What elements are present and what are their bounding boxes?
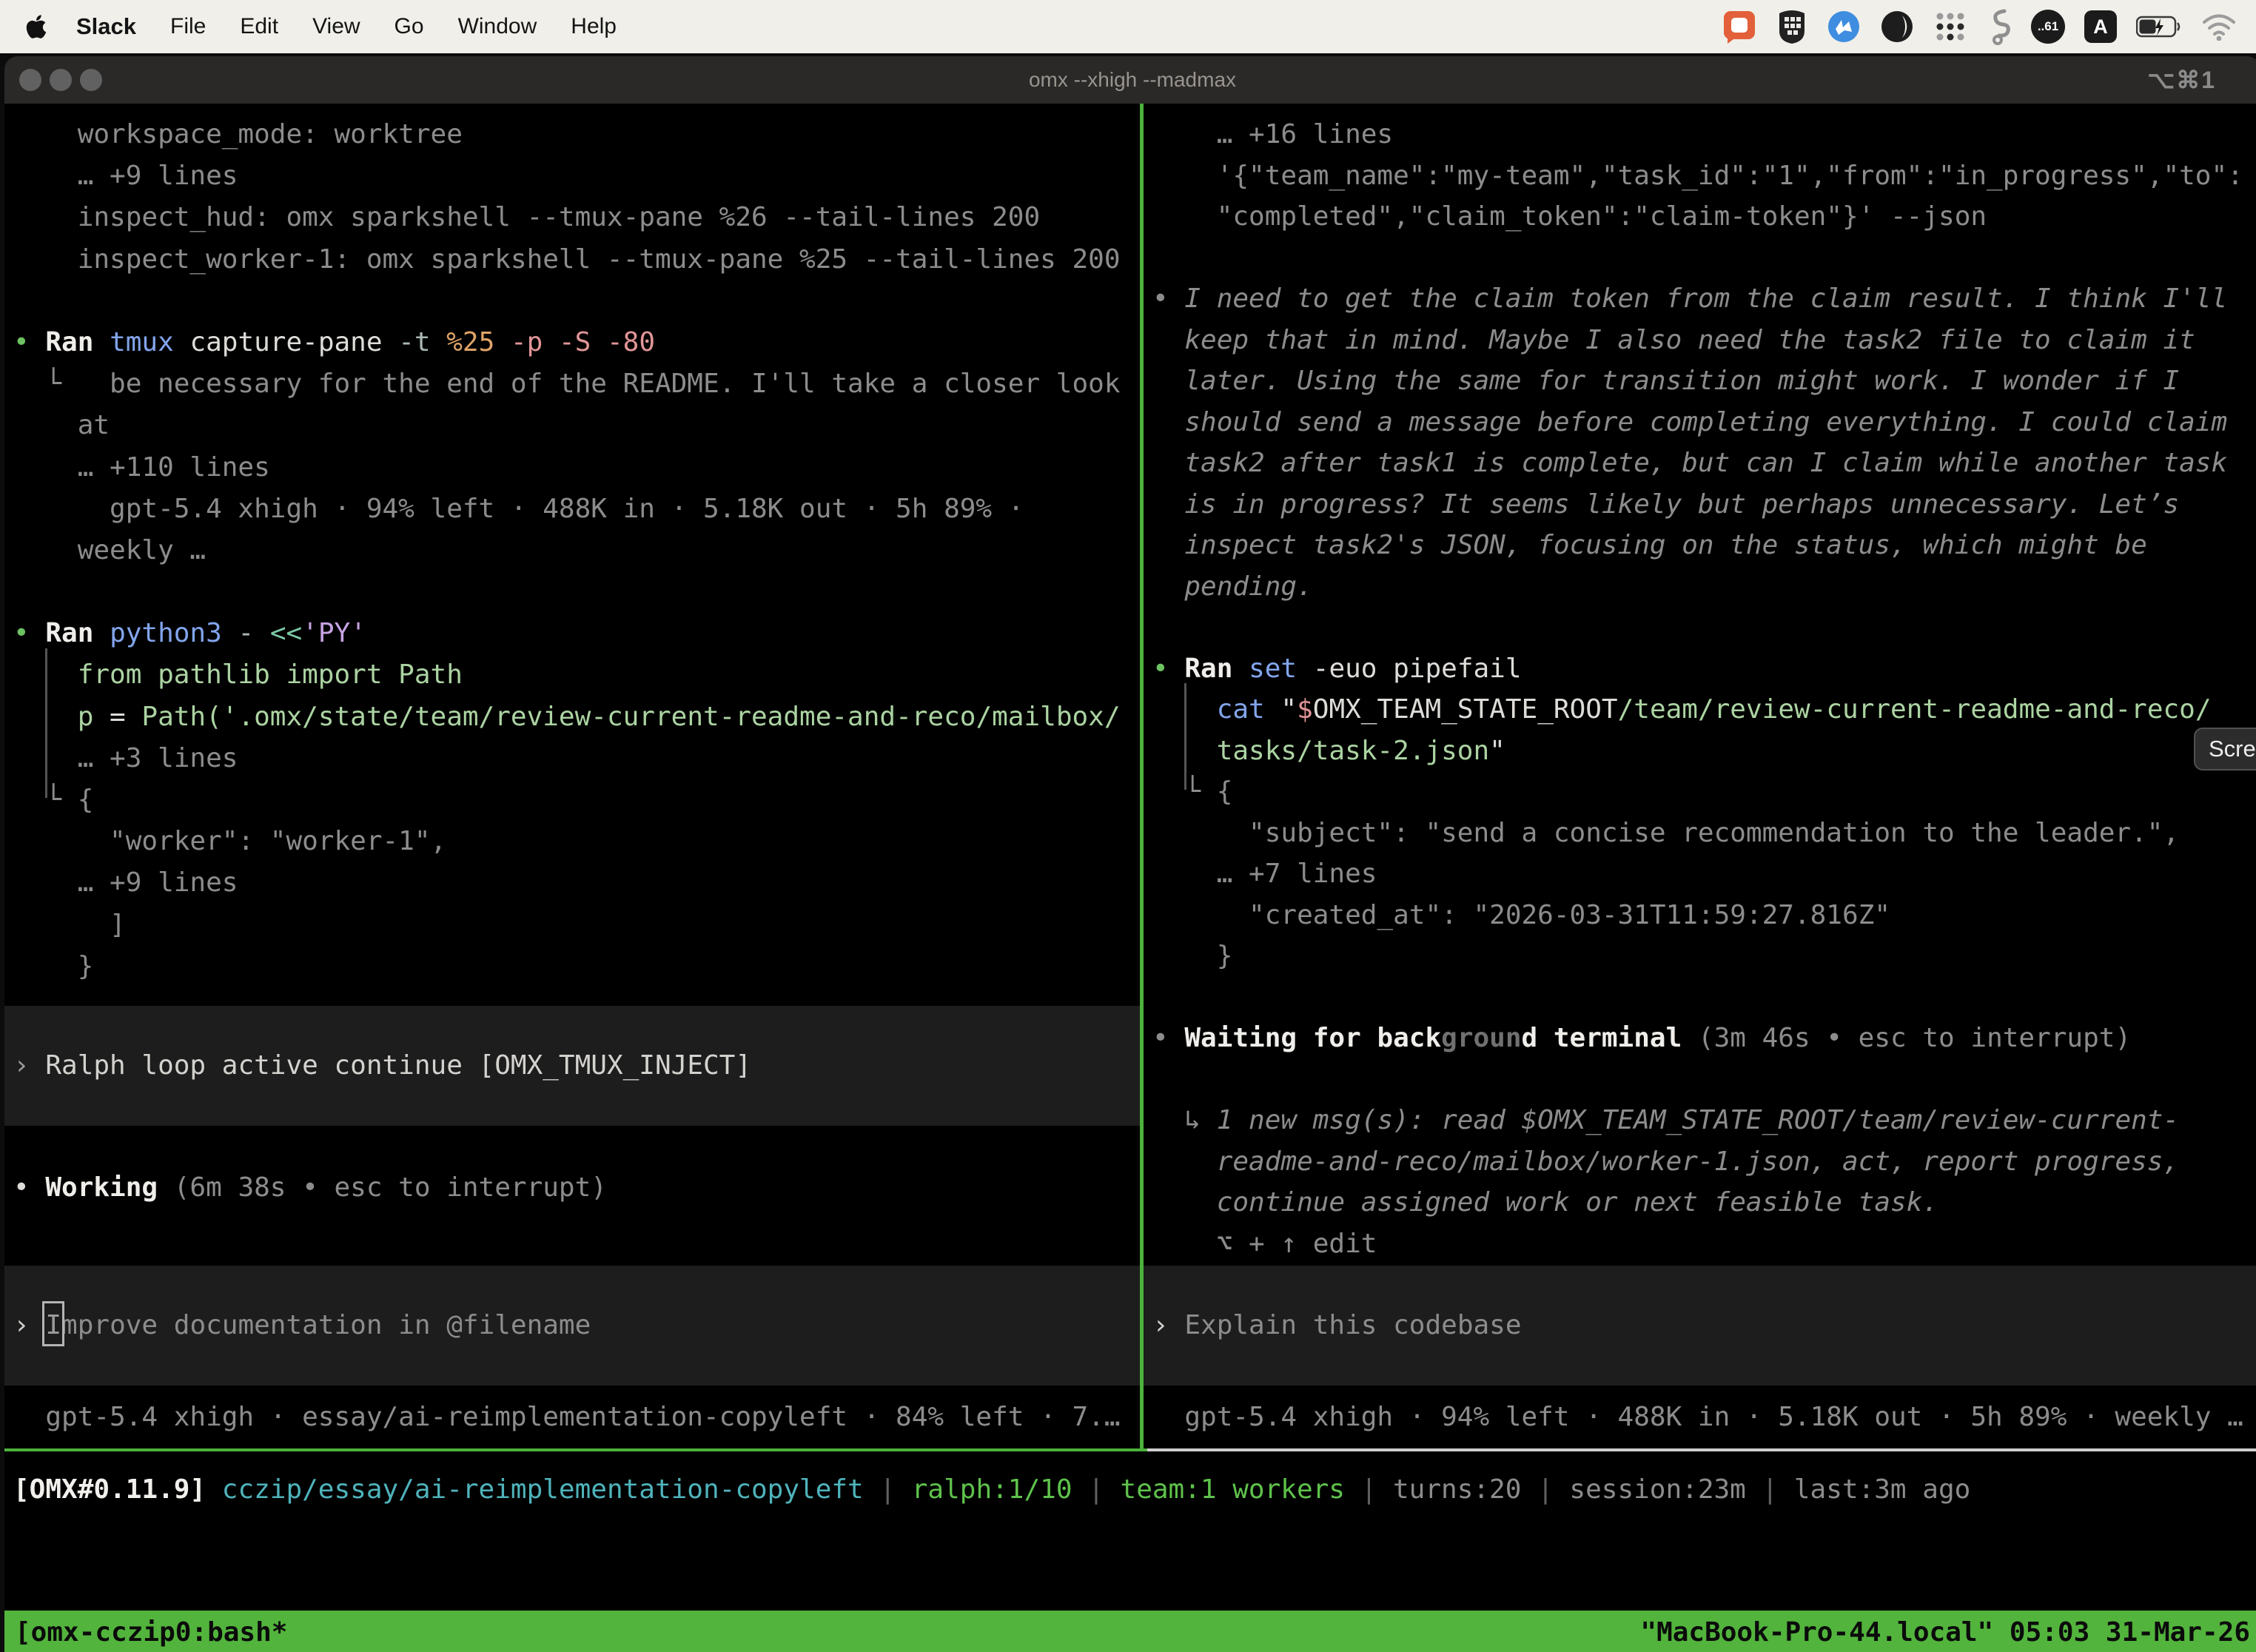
terminal-line: [4, 1126, 1140, 1167]
code-block-rule: [1184, 683, 1186, 790]
terminal-line: • Ran python3 - <<'PY': [4, 613, 1140, 654]
terminal-line: … +7 lines: [1144, 853, 2256, 895]
terminal-line: [4, 1209, 1140, 1250]
terminal-line: └ be necessary for the end of the README…: [4, 363, 1140, 405]
screen-edge-tooltip: Scre: [2194, 728, 2256, 770]
terminal-line: weekly …: [4, 530, 1140, 571]
left-status-line: gpt-5.4 xhigh · essay/ai-reimplementatio…: [4, 1386, 1140, 1448]
terminal-line: • Ran set -euo pipefail: [1144, 648, 2256, 690]
tmux-status-bar: [omx-cczip0:bash* "MacBook-Pro-44.local"…: [4, 1611, 2256, 1652]
dots-grid-icon[interactable]: [1933, 10, 1967, 44]
window-titlebar[interactable]: omx --xhigh --madmax ⌥⌘1: [4, 56, 2256, 104]
terminal-line: "created_at": "2026-03-31T11:59:27.816Z": [1144, 895, 2256, 936]
terminal-line: inspect task2's JSON, focusing on the st…: [1144, 525, 2256, 566]
terminal-line: … +16 lines: [1144, 114, 2256, 155]
terminal-line: continue assigned work or next feasible …: [1144, 1182, 2256, 1223]
terminal-line: task2 after task1 is complete, but can I…: [1144, 443, 2256, 484]
chat-icon[interactable]: [1722, 9, 1757, 44]
tmux-host-clock: "MacBook-Pro-44.local" 05:03 31-Mar-26: [1640, 1617, 2250, 1648]
menu-app-name[interactable]: Slack: [59, 0, 153, 53]
notice-band: › Ralph loop active continue [OMX_TMUX_I…: [4, 1006, 1140, 1126]
count-badge-icon[interactable]: ..61: [2031, 10, 2065, 44]
terminal-line: should send a message before completing …: [1144, 402, 2256, 443]
terminal-line: • Ran tmux capture-pane -t %25 -p -S -80: [4, 322, 1140, 363]
terminal-line: ]: [4, 904, 1140, 946]
code-block-rule: [45, 648, 47, 798]
terminal-line: [4, 281, 1140, 322]
terminal-line: • I need to get the claim token from the…: [1144, 278, 2256, 320]
terminal-line: • Waiting for background terminal (3m 46…: [1144, 1018, 2256, 1059]
pane-border-row: [4, 1448, 2256, 1451]
terminal-line: "completed","claim_token":"claim-token"}…: [1144, 196, 2256, 238]
menu-item-go[interactable]: Go: [377, 14, 441, 38]
terminal-line: gpt-5.4 xhigh · 94% left · 488K in · 5.1…: [4, 488, 1140, 530]
keyboard-input-icon[interactable]: A: [2084, 10, 2117, 43]
terminal-line: … +9 lines: [4, 862, 1140, 904]
terminal-line: }: [1144, 936, 2256, 977]
terminal-line: inspect_hud: omx sparkshell --tmux-pane …: [4, 197, 1140, 238]
terminal-line: "subject": "send a concise recommendatio…: [1144, 813, 2256, 854]
squiggle-icon[interactable]: [1987, 8, 2012, 45]
inactive-pane-border: [1147, 1448, 2256, 1451]
left-input-box[interactable]: › Improve documentation in @filename: [4, 1266, 1140, 1386]
contrast-icon[interactable]: [1880, 10, 1914, 44]
terminal-line: • Working (6m 38s • esc to interrupt): [4, 1167, 1140, 1209]
menu-item-window[interactable]: Window: [441, 14, 554, 38]
terminal-line: [4, 571, 1140, 613]
window-shortcut-hint: ⌥⌘1: [2147, 66, 2216, 94]
right-status-line: gpt-5.4 xhigh · 94% left · 488K in · 5.1…: [1144, 1386, 2256, 1448]
terminal-line: … +9 lines: [4, 155, 1140, 197]
terminal-line: inspect_worker-1: omx sparkshell --tmux-…: [4, 239, 1140, 281]
terminal-window: omx --xhigh --madmax ⌥⌘1 workspace_mode:…: [4, 56, 2256, 1652]
terminal-line: [1144, 607, 2256, 648]
right-input-box[interactable]: › Explain this codebase: [1144, 1266, 2256, 1386]
menu-item-file[interactable]: File: [153, 14, 223, 38]
active-pane-border: [4, 1448, 1147, 1451]
terminal-line: readme-and-reco/mailbox/worker-1.json, a…: [1144, 1141, 2256, 1183]
terminal-line: [1144, 977, 2256, 1018]
terminal-line: }: [4, 946, 1140, 987]
terminal-line: tasks/task-2.json": [1144, 731, 2256, 772]
terminal-line: pending.: [1144, 566, 2256, 608]
terminal-line: … +110 lines: [4, 447, 1140, 488]
battery-icon[interactable]: [2136, 16, 2182, 38]
terminal-line: cat "$OMX_TEAM_STATE_ROOT/team/review-cu…: [1144, 689, 2256, 731]
right-terminal-pane[interactable]: … +16 lines '{"team_name":"my-team","tas…: [1144, 104, 2256, 1448]
window-title: omx --xhigh --madmax: [4, 68, 2256, 92]
terminal-line: [1144, 1059, 2256, 1101]
menu-bar: Slack FileEditViewGoWindowHelp ..61 A: [0, 0, 2256, 53]
terminal-line: p = Path('.omx/state/team/review-current…: [4, 696, 1140, 738]
tmux-session-label: [omx-cczip0:bash*: [15, 1617, 287, 1648]
terminal-line: └ {: [4, 779, 1140, 821]
apple-menu-icon[interactable]: [25, 13, 47, 40]
terminal-line: "worker": "worker-1",: [4, 821, 1140, 862]
wifi-icon[interactable]: [2201, 13, 2237, 41]
menu-item-help[interactable]: Help: [554, 14, 634, 38]
menu-item-edit[interactable]: Edit: [223, 14, 295, 38]
terminal-line: └ {: [1144, 771, 2256, 813]
terminal-line: from pathlib import Path: [4, 654, 1140, 696]
terminal-line: … +3 lines: [4, 738, 1140, 779]
terminal-line: '{"team_name":"my-team","task_id":"1","f…: [1144, 155, 2256, 197]
terminal-line: ⌥ + ↑ edit: [1144, 1223, 2256, 1265]
terminal-line: [1144, 238, 2256, 279]
terminal-line: ↳ 1 new msg(s): read $OMX_TEAM_STATE_ROO…: [1144, 1100, 2256, 1141]
terminal-line: at: [4, 405, 1140, 446]
left-terminal-pane[interactable]: workspace_mode: worktree … +9 lines insp…: [4, 104, 1140, 1448]
terminal-line: is in progress? It seems likely but perh…: [1144, 484, 2256, 526]
menu-item-view[interactable]: View: [295, 14, 377, 38]
shield-grid-icon[interactable]: [1776, 9, 1807, 44]
terminal-area: workspace_mode: worktree … +9 lines insp…: [4, 104, 2256, 1652]
terminal-line: later. Using the same for transition mig…: [1144, 360, 2256, 402]
omx-hud-status: [OMX#0.11.9] cczip/essay/ai-reimplementa…: [4, 1451, 2256, 1611]
badge-icon[interactable]: [1827, 10, 1861, 44]
terminal-line: keep that in mind. Maybe I also need the…: [1144, 320, 2256, 361]
terminal-line: workspace_mode: worktree: [4, 114, 1140, 155]
